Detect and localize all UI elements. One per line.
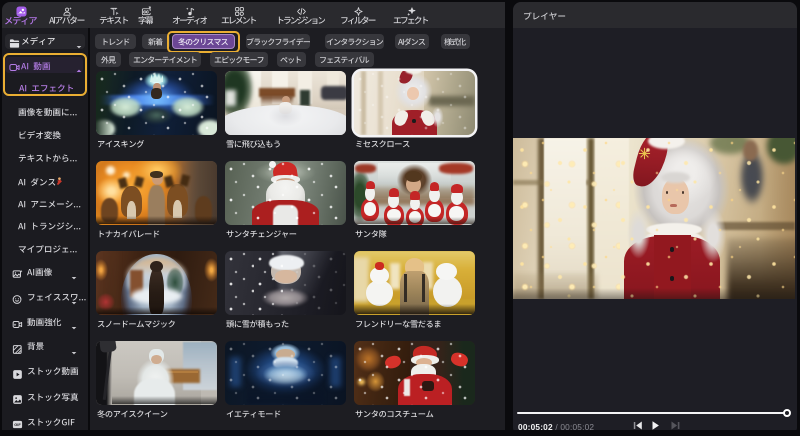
svg-text:GIF: GIF [14, 422, 21, 427]
